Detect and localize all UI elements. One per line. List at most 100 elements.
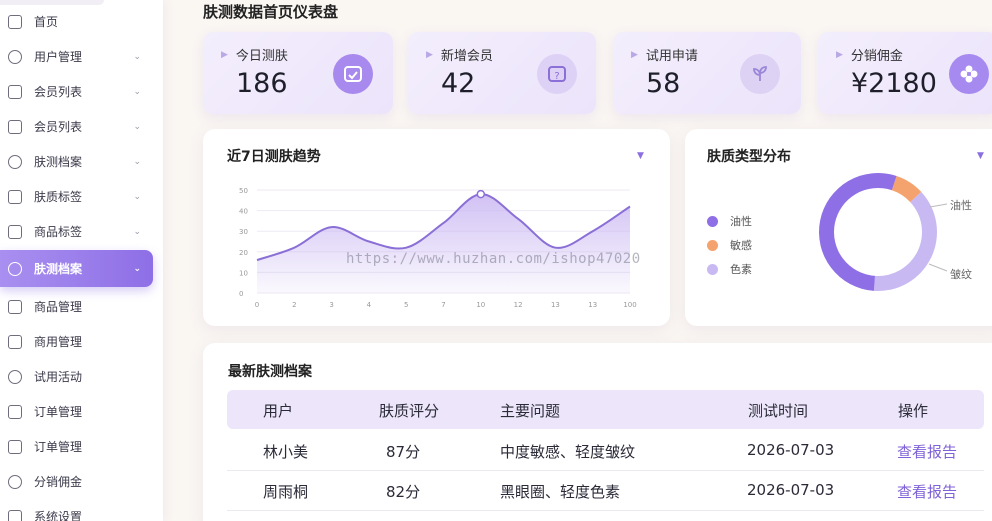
column-header: 主要问题 bbox=[500, 402, 561, 420]
stat-value: ¥2180 bbox=[851, 68, 937, 99]
sidebar-item[interactable]: 首页 bbox=[0, 4, 153, 39]
sidebar-item[interactable]: 会员列表 ⌄ bbox=[0, 109, 153, 144]
stat-label: 试用申请 bbox=[645, 49, 698, 64]
view-report-link[interactable]: 查看报告 bbox=[897, 441, 957, 462]
trend-chart: 0 10 20 30 40 50 0 2 3 4 5 7 10 12 13 13 100 bbox=[239, 187, 637, 309]
stat-card-today-tests[interactable]: ▶ 今日测肤 186 bbox=[203, 32, 393, 114]
camera-scan-icon bbox=[333, 54, 373, 94]
sidebar-item[interactable]: 商品标签 ⌄ bbox=[0, 214, 153, 249]
y-tick-label: 50 bbox=[239, 187, 248, 195]
sidebar-item-label: 试用活动 bbox=[34, 370, 83, 384]
donut-chart bbox=[819, 172, 948, 291]
y-tick-label: 10 bbox=[239, 269, 248, 277]
column-header: 操作 bbox=[898, 402, 929, 420]
x-tick-label: 2 bbox=[292, 301, 296, 309]
wallet-icon bbox=[8, 474, 22, 489]
member-icon bbox=[8, 84, 22, 99]
donut-slice[interactable] bbox=[819, 172, 897, 291]
sidebar-item-label: 商品管理 bbox=[34, 300, 83, 314]
sidebar-item-label: 首页 bbox=[34, 15, 59, 29]
cell-score: 87分 bbox=[386, 443, 421, 461]
sidebar-item[interactable]: 分销佣金 bbox=[0, 464, 153, 499]
x-tick-label: 3 bbox=[329, 301, 333, 309]
triangle-icon: ▶ bbox=[631, 49, 638, 60]
page-title: 肤测数据首页仪表盘 bbox=[203, 3, 339, 21]
triangle-icon: ▶ bbox=[426, 49, 433, 60]
chevron-down-icon: ⌄ bbox=[133, 263, 141, 274]
stat-label: 新增会员 bbox=[440, 49, 493, 64]
sidebar-item[interactable]: 商品管理 bbox=[0, 289, 153, 324]
chevron-down-icon: ⌄ bbox=[133, 121, 141, 132]
trend-panel: 近7日测肤趋势 ▼ 0 10 20 30 40 50 0 2 3 4 5 7 10 12 13 13 100 bbox=[203, 129, 670, 326]
sidebar-item-label: 订单管理 bbox=[34, 440, 83, 454]
sidebar-item[interactable]: 系统设置 bbox=[0, 499, 153, 521]
chevron-down-icon: ⌄ bbox=[133, 226, 141, 237]
graduation-cap-icon bbox=[8, 119, 22, 134]
flower-icon bbox=[949, 54, 989, 94]
watermark-text: https://www.huzhan.com/ishop47020 bbox=[346, 251, 641, 267]
stat-card-distribution-commission[interactable]: ▶ 分销佣金 ¥2180 bbox=[818, 32, 992, 114]
chevron-down-icon: ⌄ bbox=[133, 191, 141, 202]
svg-text:?: ? bbox=[554, 71, 559, 82]
cell-user: 林小美 bbox=[263, 443, 309, 461]
clock-icon bbox=[8, 369, 22, 384]
x-tick-label: 5 bbox=[404, 301, 408, 309]
heart-shield-icon bbox=[8, 334, 22, 349]
stat-value: 186 bbox=[236, 68, 288, 99]
y-tick-label: 20 bbox=[239, 249, 248, 257]
sidebar-item-label: 肤质标签 bbox=[34, 190, 83, 204]
cell-issue: 中度敏感、轻度皱纹 bbox=[500, 443, 636, 461]
sidebar-item[interactable]: 试用活动 bbox=[0, 359, 153, 394]
y-tick-label: 30 bbox=[239, 228, 248, 236]
x-tick-label: 100 bbox=[623, 301, 636, 309]
x-tick-label: 13 bbox=[551, 301, 560, 309]
list-icon bbox=[8, 299, 22, 314]
sidebar-item[interactable]: 订单管理 bbox=[0, 429, 153, 464]
cell-date: 2026-07-03 bbox=[747, 441, 835, 459]
column-header: 测试时间 bbox=[748, 402, 809, 420]
x-tick-label: 7 bbox=[441, 301, 445, 309]
view-report-link[interactable]: 查看报告 bbox=[897, 481, 957, 502]
sidebar-item-label: 肤测档案 bbox=[34, 155, 83, 169]
y-tick-label: 40 bbox=[239, 208, 248, 216]
sidebar-item[interactable]: 肤测档案 ⌄ bbox=[0, 144, 153, 179]
stat-label: 分销佣金 bbox=[850, 49, 903, 64]
gear-icon bbox=[8, 509, 22, 521]
sidebar-item-label: 分销佣金 bbox=[34, 475, 83, 489]
sidebar-item-label: 商品标签 bbox=[34, 225, 83, 239]
sidebar-item[interactable]: 商用管理 bbox=[0, 324, 153, 359]
sidebar-item[interactable]: 肤质标签 ⌄ bbox=[0, 179, 153, 214]
gift-icon bbox=[8, 439, 22, 454]
sidebar-item[interactable]: 订单管理 bbox=[0, 394, 153, 429]
sidebar: 首页 用户管理 ⌄ 会员列表 ⌄ 会员列表 ⌄ 肤测档案 ⌄ 肤质标签 ⌄ 商品标签 ⌄ 肤测档案 ⌄ 商品管… bbox=[0, 0, 163, 521]
column-header: 用户 bbox=[263, 402, 294, 420]
cell-issue: 黑眼圈、轻度色素 bbox=[500, 483, 621, 501]
question-card-icon: ? bbox=[537, 54, 577, 94]
file-active-icon bbox=[8, 261, 22, 276]
stat-value: 58 bbox=[646, 68, 681, 99]
sidebar-item[interactable]: 用户管理 ⌄ bbox=[0, 39, 153, 74]
sidebar-item[interactable]: 肤测档案 ⌄ bbox=[0, 250, 153, 287]
table-header bbox=[227, 390, 984, 429]
stat-card-new-members[interactable]: ▶ 新增会员 42 ? bbox=[408, 32, 596, 114]
sidebar-item-label: 订单管理 bbox=[34, 405, 83, 419]
sidebar-item-label: 肤测档案 bbox=[34, 262, 83, 276]
stat-label: 今日测肤 bbox=[235, 49, 288, 64]
donut-callout-label: 皱纹 bbox=[950, 268, 972, 281]
sprout-icon bbox=[740, 54, 780, 94]
chevron-down-icon: ⌄ bbox=[133, 51, 141, 62]
x-tick-label: 4 bbox=[367, 301, 372, 309]
chevron-down-icon: ⌄ bbox=[133, 86, 141, 97]
file-icon bbox=[8, 154, 22, 169]
donut-callout-label: 油性 bbox=[950, 199, 972, 212]
x-tick-label: 10 bbox=[476, 301, 485, 309]
trend-point[interactable] bbox=[476, 189, 486, 199]
sidebar-item-label: 系统设置 bbox=[34, 510, 83, 521]
donut-slice[interactable] bbox=[873, 191, 937, 291]
sidebar-item[interactable]: 会员列表 ⌄ bbox=[0, 74, 153, 109]
play-circle-icon bbox=[8, 404, 22, 419]
triangle-icon: ▶ bbox=[221, 49, 228, 60]
records-title: 最新肤测档案 bbox=[228, 364, 312, 380]
stat-card-trial-applications[interactable]: ▶ 试用申请 58 bbox=[613, 32, 801, 114]
column-header: 肤质评分 bbox=[379, 402, 440, 420]
